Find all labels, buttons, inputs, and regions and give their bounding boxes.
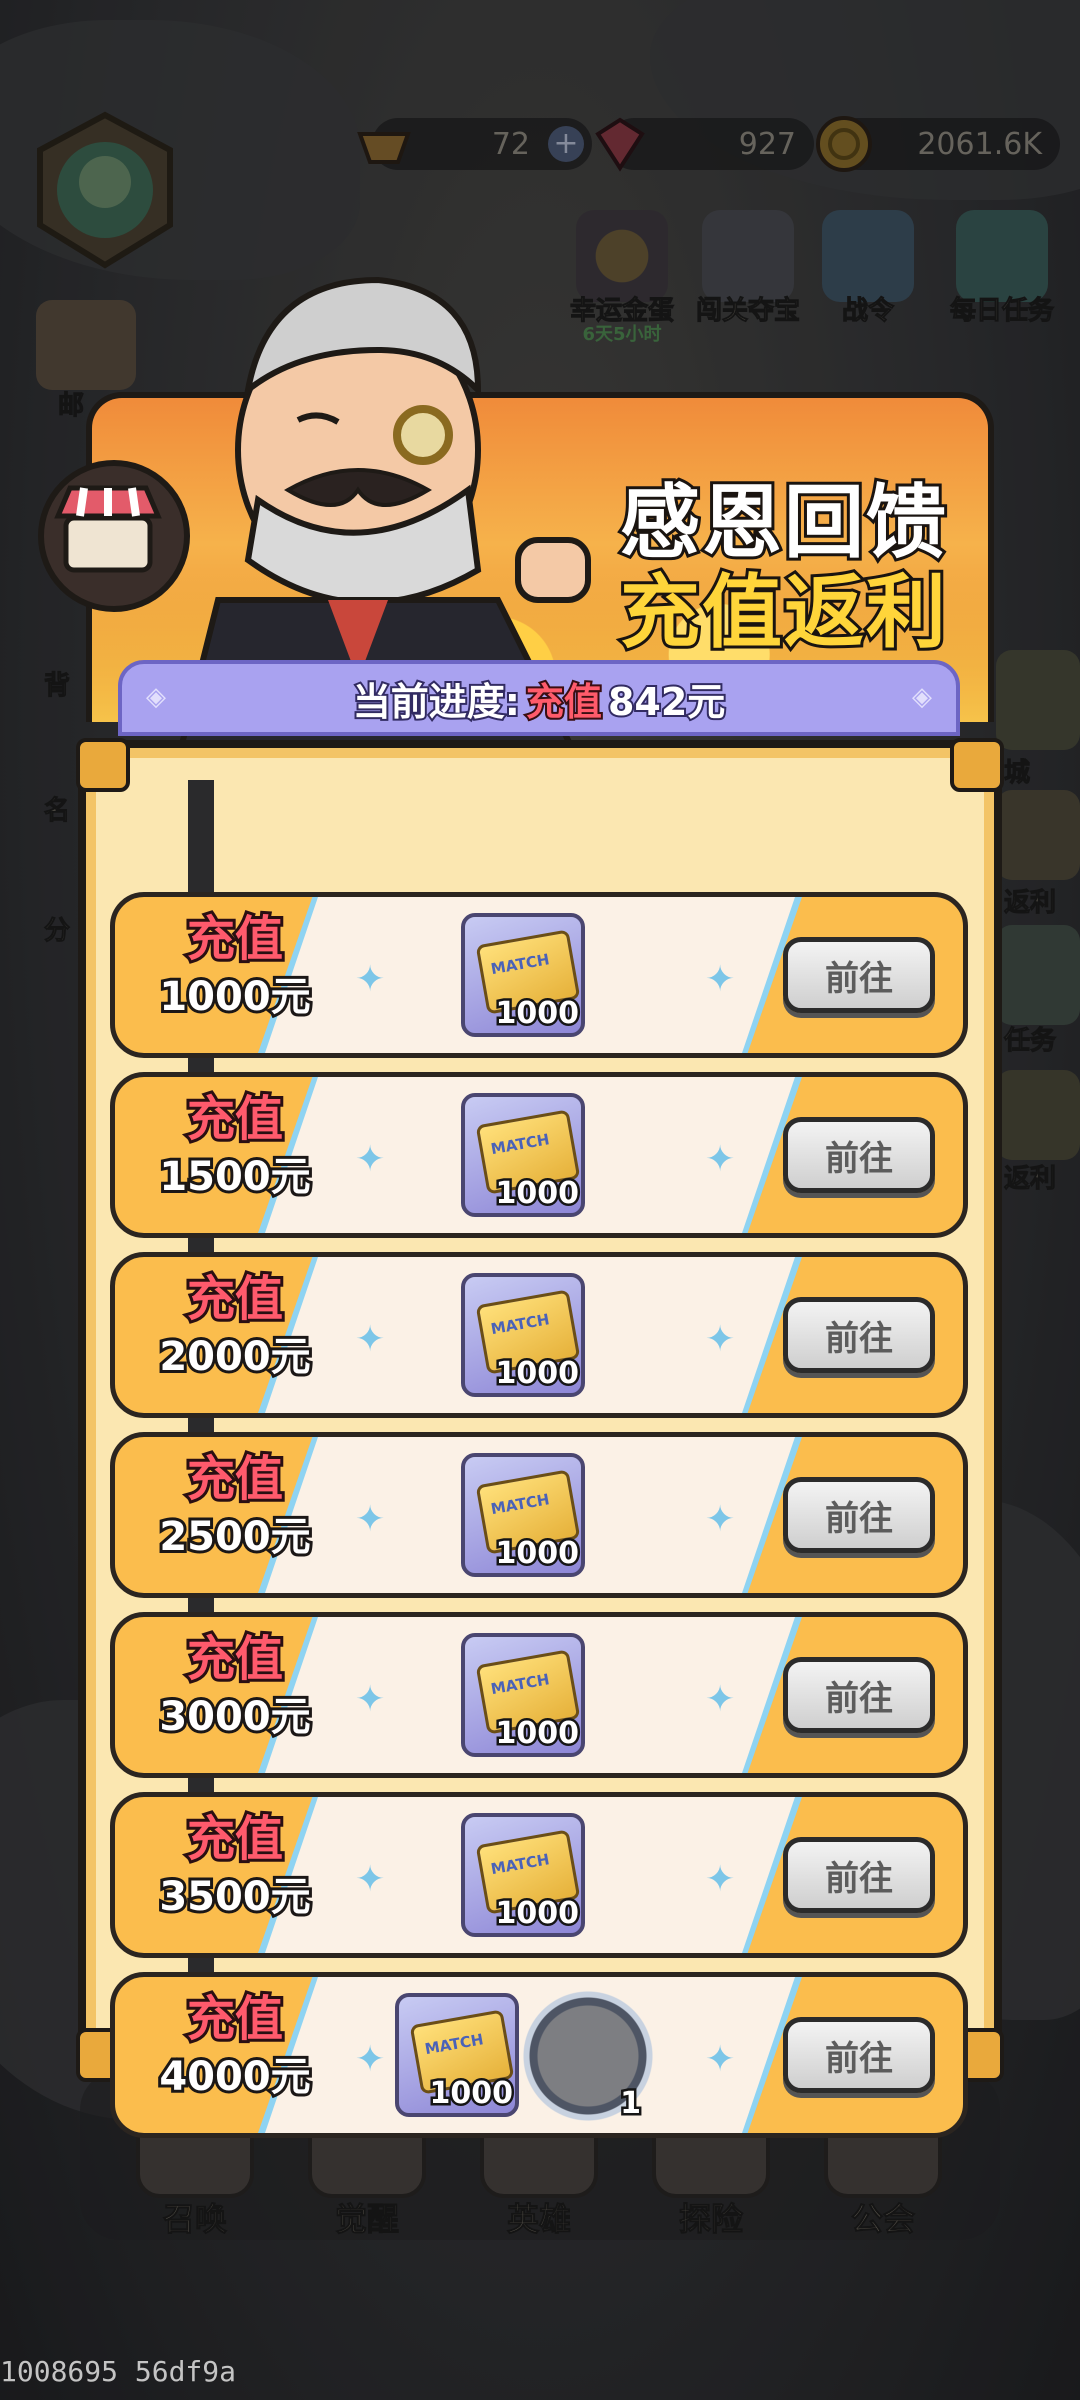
progress-bar: ◈ 当前进度: 充值 842元 ◈ (118, 660, 960, 736)
ticket-text: MATCH (489, 1310, 551, 1339)
match-ticket-reward[interactable]: MATCH 1000 (461, 1093, 585, 1217)
sparkle-icon: ✦ (705, 1499, 736, 1540)
go-button[interactable]: 前往 (783, 1657, 935, 1733)
tier-amount: 1500元 (156, 1154, 313, 1200)
banner-subtitle: 充值返利 (617, 563, 949, 662)
reward-quantity: 1000 (493, 994, 581, 1034)
corner-ornament (76, 738, 130, 792)
reward-quantity: 1000 (493, 1534, 581, 1574)
progress-highlight: 充值 (524, 678, 604, 726)
sparkle-icon: ✦ (355, 959, 386, 1000)
go-button[interactable]: 前往 (783, 1837, 935, 1913)
tier-threshold: 充值 1500元 (115, 1091, 355, 1200)
tier-row: ✦ ✦ 充值 3500元 MATCH 1000 前往 (110, 1792, 968, 1958)
sparkle-icon: ✦ (355, 2039, 386, 2080)
ticket-text: MATCH (489, 1490, 551, 1519)
tier-threshold: 充值 3000元 (115, 1631, 355, 1740)
sparkle-icon: ✦ (705, 1319, 736, 1360)
sparkle-icon: ✦ (705, 1679, 736, 1720)
sparkle-icon: ✦ (355, 1679, 386, 1720)
go-button[interactable]: 前往 (783, 1297, 935, 1373)
ticket-text: MATCH (423, 2030, 485, 2059)
tier-row: ✦ ✦ 充值 3000元 MATCH 1000 前往 (110, 1612, 968, 1778)
tier-amount: 2500元 (156, 1514, 313, 1560)
go-button[interactable]: 前往 (783, 937, 935, 1013)
match-ticket-reward[interactable]: MATCH 1000 (461, 1813, 585, 1937)
sparkle-icon: ✦ (705, 2039, 736, 2080)
match-ticket-reward[interactable]: MATCH 1000 (395, 1993, 519, 2117)
match-ticket-reward[interactable]: MATCH 1000 (461, 913, 585, 1037)
tier-amount: 3000元 (156, 1694, 313, 1740)
tier-amount: 2000元 (156, 1334, 313, 1380)
tier-row: ✦ ✦ 充值 4000元 MATCH 1000 1 前往 (110, 1972, 968, 2138)
reward-quantity: 1000 (427, 2074, 515, 2114)
recharge-rebate-popup: 感恩回馈 充值返利 ◈ 当前进度: 充值 842元 ◈ ✦ ✦ 充值 1000元 MAT… (76, 276, 1004, 2138)
sparkle-icon: ✦ (705, 1859, 736, 1900)
sparkle-icon: ✦ (705, 1139, 736, 1180)
corner-ornament (950, 738, 1004, 792)
match-ticket-reward[interactable]: MATCH 1000 (461, 1633, 585, 1757)
ticket-text: MATCH (489, 950, 551, 979)
sparkle-icon: ✦ (355, 1499, 386, 1540)
tier-recharge-label: 充值 (184, 1451, 286, 1507)
match-ticket-reward[interactable]: MATCH 1000 (461, 1273, 585, 1397)
eye-ornament-icon: ◈ (146, 682, 166, 712)
tier-recharge-label: 充值 (184, 1091, 286, 1147)
tier-recharge-label: 充值 (184, 911, 286, 967)
tier-amount: 3500元 (156, 1874, 313, 1920)
tier-recharge-label: 充值 (184, 1991, 286, 2047)
reward-quantity: 1 (618, 2084, 644, 2124)
tier-row: ✦ ✦ 充值 2000元 MATCH 1000 前往 (110, 1252, 968, 1418)
tier-recharge-label: 充值 (184, 1811, 286, 1867)
tier-threshold: 充值 4000元 (115, 1991, 355, 2100)
sparkle-icon: ✦ (705, 959, 736, 1000)
version-text: 1008695 56df9a (0, 2355, 237, 2388)
progress-label: 当前进度: (351, 678, 522, 726)
reward-quantity: 1000 (493, 1894, 581, 1934)
tier-threshold: 充值 2000元 (115, 1271, 355, 1380)
shop-stall-icon (38, 460, 190, 612)
tier-row: ✦ ✦ 充值 1000元 MATCH 1000 前往 (110, 892, 968, 1058)
tier-amount: 1000元 (156, 974, 313, 1020)
tier-recharge-label: 充值 (184, 1271, 286, 1327)
tier-threshold: 充值 1000元 (115, 911, 355, 1020)
hero-reward-icon[interactable]: 1 (515, 1983, 661, 2129)
match-ticket-reward[interactable]: MATCH 1000 (461, 1453, 585, 1577)
tier-threshold: 充值 3500元 (115, 1811, 355, 1920)
go-button[interactable]: 前往 (783, 2017, 935, 2093)
ticket-text: MATCH (489, 1130, 551, 1159)
eye-ornament-icon: ◈ (912, 682, 932, 712)
tier-threshold: 充值 2500元 (115, 1451, 355, 1560)
sparkle-icon: ✦ (355, 1139, 386, 1180)
go-button[interactable]: 前往 (783, 1117, 935, 1193)
tier-recharge-label: 充值 (184, 1631, 286, 1687)
progress-value: 842元 (606, 678, 727, 726)
ticket-text: MATCH (489, 1670, 551, 1699)
reward-quantity: 1000 (493, 1714, 581, 1754)
reward-quantity: 1000 (493, 1174, 581, 1214)
ticket-text: MATCH (489, 1850, 551, 1879)
go-button[interactable]: 前往 (783, 1477, 935, 1553)
sparkle-icon: ✦ (355, 1859, 386, 1900)
reward-quantity: 1000 (493, 1354, 581, 1394)
sparkle-icon: ✦ (355, 1319, 386, 1360)
tier-amount: 4000元 (156, 2054, 313, 2100)
tier-row: ✦ ✦ 充值 1500元 MATCH 1000 前往 (110, 1072, 968, 1238)
tier-row: ✦ ✦ 充值 2500元 MATCH 1000 前往 (110, 1432, 968, 1598)
